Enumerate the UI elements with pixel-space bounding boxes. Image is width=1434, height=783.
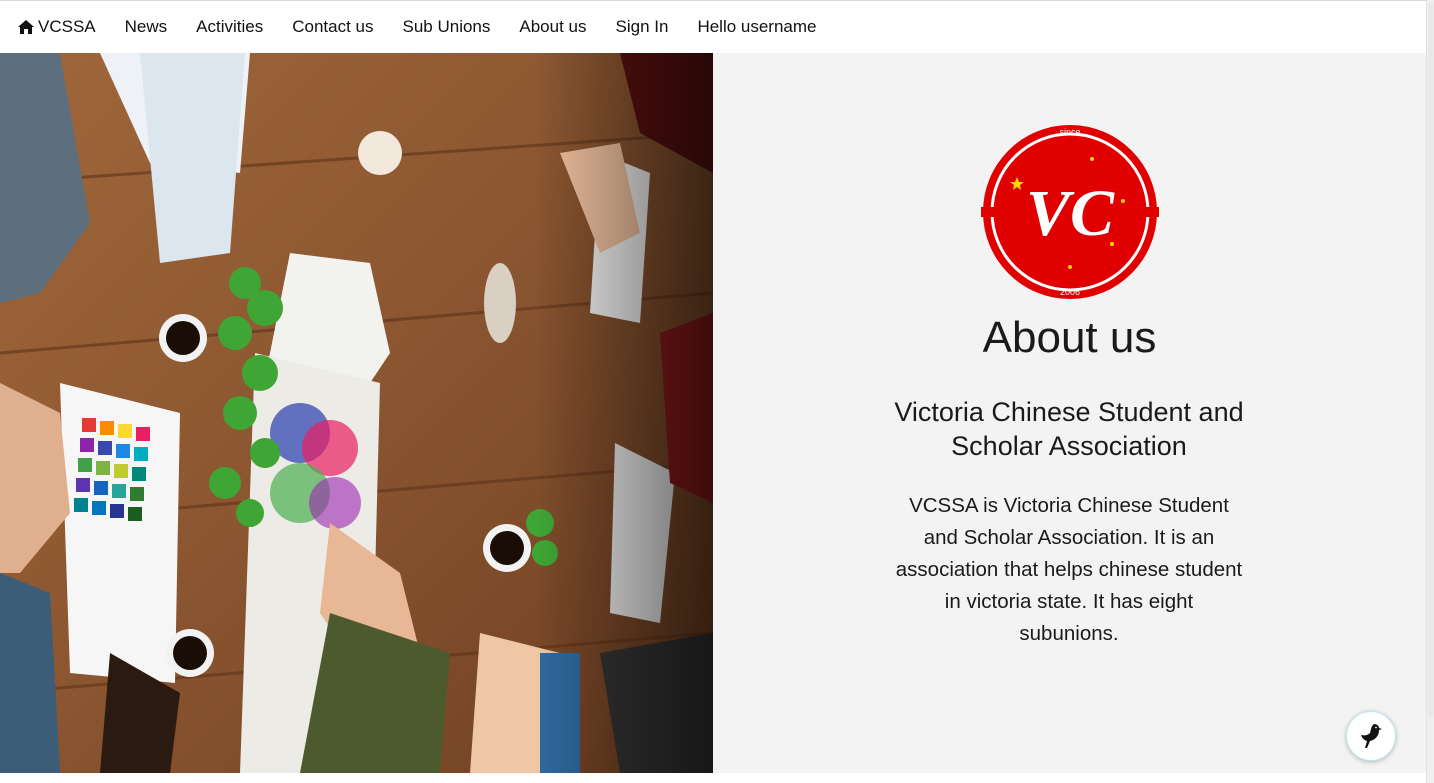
nav-brand[interactable]: VCSSA [0, 1, 110, 53]
about-description: VCSSA is Victoria Chinese Student and Sc… [895, 494, 1243, 645]
scrollbar-thumb[interactable] [1428, 2, 1434, 718]
nav-news[interactable]: News [110, 1, 182, 53]
association-name: Victoria Chinese Student and Scholar Ass… [894, 397, 1244, 461]
vcssa-logo: since 2006 VC [981, 123, 1159, 301]
logo-initials: VC [1026, 177, 1115, 250]
logo-since-text: since [1059, 127, 1080, 137]
nav-about-us[interactable]: About us [505, 1, 601, 53]
floating-action-button[interactable] [1346, 711, 1396, 761]
navbar: VCSSA News Activities Contact us Sub Uni… [0, 1, 1426, 53]
nav-sign-in[interactable]: Sign In [601, 1, 683, 53]
bottom-strip [0, 773, 1426, 783]
brand-label: VCSSA [38, 17, 96, 36]
nav-contact-us[interactable]: Contact us [278, 1, 388, 53]
home-icon [18, 20, 34, 34]
team-meeting-photo [0, 53, 713, 773]
nav-user-greeting[interactable]: Hello username [683, 1, 831, 53]
logo-year-text: 2006 [1060, 287, 1080, 297]
page-scrollbar[interactable] [1426, 0, 1434, 783]
bird-icon [1361, 724, 1382, 748]
nav-sub-unions[interactable]: Sub Unions [388, 1, 505, 53]
photo-illustration [0, 53, 713, 773]
page-title: About us [982, 313, 1157, 362]
nav-activities[interactable]: Activities [182, 1, 278, 53]
about-panel: since 2006 VC About us Victoria Chinese … [713, 53, 1426, 773]
